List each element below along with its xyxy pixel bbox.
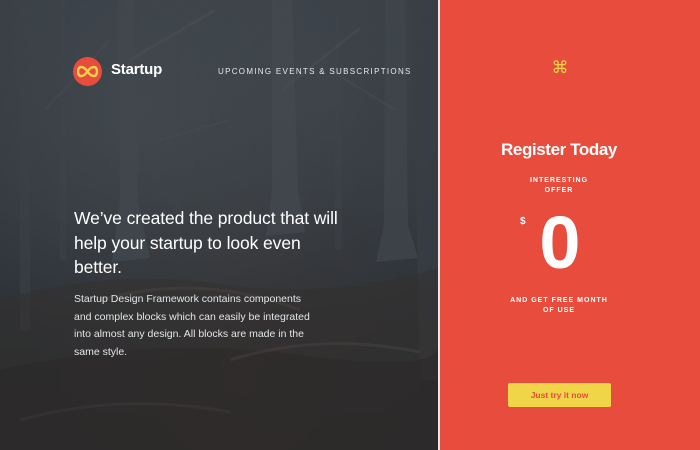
register-panel: ⌘ Register Today INTERESTING OFFER $ 0 A…: [440, 0, 700, 450]
hero-headline: We’ve created the product that will help…: [74, 208, 338, 277]
command-icon: ⌘: [551, 58, 569, 77]
try-now-button[interactable]: Just try it now: [508, 383, 611, 407]
free-month-label: AND GET FREE MONTH OF USE: [510, 297, 608, 314]
currency-symbol: $: [520, 216, 526, 227]
hero-panel: Startup UPCOMING EVENTS & SUBSCRIPTIONS …: [0, 0, 438, 450]
brand-name[interactable]: Startup: [111, 61, 162, 78]
hero-description: Startup Design Framework contains compon…: [74, 293, 310, 358]
price-value: 0: [539, 201, 581, 284]
page: Startup UPCOMING EVENTS & SUBSCRIPTIONS …: [0, 0, 700, 450]
infinity-icon: [77, 65, 98, 78]
register-title: Register Today: [501, 140, 617, 159]
offer-label: INTERESTING OFFER: [529, 177, 589, 194]
nav-link-upcoming-events[interactable]: UPCOMING EVENTS & SUBSCRIPTIONS: [218, 67, 412, 76]
logo-badge[interactable]: [73, 57, 102, 86]
